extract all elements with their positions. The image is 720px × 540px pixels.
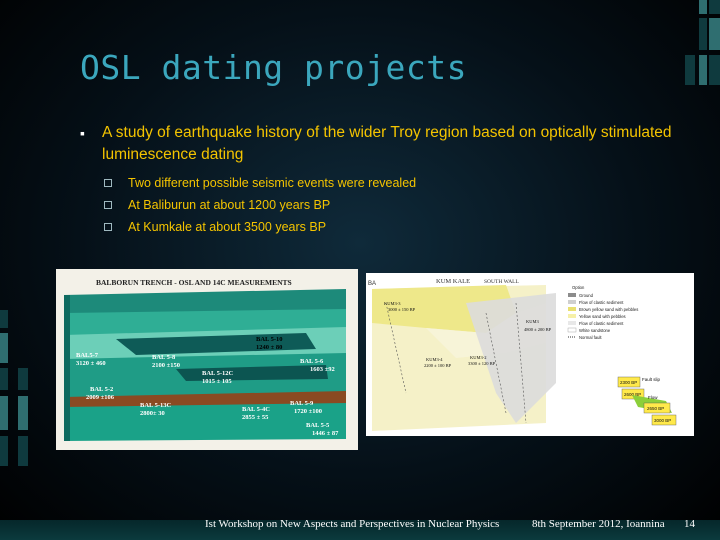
main-bullet: A study of earthquake history of the wid… bbox=[80, 122, 680, 166]
wall-title: KUM KALE bbox=[436, 278, 470, 285]
sample-name: BAL5-7 bbox=[76, 352, 99, 359]
slide-title: OSL dating projects bbox=[80, 48, 467, 87]
sample-value: 2800± 30 bbox=[140, 410, 165, 417]
sample-name: BAL 5-6 bbox=[300, 358, 324, 365]
sample-value: 1603 ±92 bbox=[310, 366, 335, 373]
balborun-trench-figure: BALBORUN TRENCH - OSL AND 14C MEASUREMEN… bbox=[56, 269, 358, 450]
sample-name: BAL 5-12C bbox=[202, 370, 234, 377]
legend-item: White sandstone bbox=[579, 328, 611, 333]
footer-date: 8th September 2012, Ioannina bbox=[532, 518, 665, 530]
sample-name: KUM3-4 bbox=[426, 357, 443, 362]
corner-label: BA bbox=[368, 281, 376, 287]
page-number: 14 bbox=[684, 518, 695, 530]
sub-bullet: At Baliburun at about 1200 years BP bbox=[80, 194, 680, 216]
square-bullet-icon bbox=[104, 201, 112, 209]
sample-value: 1240 ± 80 bbox=[256, 344, 282, 351]
square-bullet-icon bbox=[104, 179, 112, 187]
side-label: Fault slip bbox=[642, 377, 661, 382]
sample-name: BAL 5-8 bbox=[152, 354, 176, 361]
sample-name: KUM3 bbox=[526, 319, 540, 324]
legend-item: Flow of clastic sediment bbox=[579, 321, 624, 326]
sample-name: BAL 5-10 bbox=[256, 336, 283, 343]
sample-value: 2100 ±150 bbox=[152, 362, 180, 369]
wall-subtitle: SOUTH WALL bbox=[484, 279, 520, 285]
legend-item: Yellow sand with pebbles bbox=[579, 314, 626, 319]
sample-value: 4800 ± 200 BP bbox=[524, 327, 552, 332]
box-label: 3000 BP bbox=[654, 418, 671, 423]
bullet-list: A study of earthquake history of the wid… bbox=[80, 122, 680, 238]
footer-event: Ist Workshop on New Aspects and Perspect… bbox=[205, 518, 500, 530]
legend-item: Brown yellow sand with pebbles bbox=[579, 307, 638, 312]
sample-name: BAL 5-5 bbox=[306, 422, 330, 429]
sample-name: BAL 5-9 bbox=[290, 400, 314, 407]
trench-title: BALBORUN TRENCH - OSL AND 14C MEASUREMEN… bbox=[96, 278, 292, 287]
side-label: Flow bbox=[648, 395, 658, 400]
sub-bullet-list: Two different possible seismic events we… bbox=[80, 172, 680, 238]
sample-name: BAL 5-13C bbox=[140, 402, 172, 409]
box-label: 2650 BP bbox=[647, 406, 664, 411]
box-label: 2300 BP bbox=[620, 380, 637, 385]
sample-value: 2200 ± 100 BP bbox=[424, 363, 452, 368]
legend-item: Flow of clastic sediment bbox=[579, 300, 624, 305]
sample-name: KUM3-3 bbox=[384, 301, 401, 306]
trench-cross-section: BALBORUN TRENCH - OSL AND 14C MEASUREMEN… bbox=[56, 269, 358, 450]
kumkale-cross-section: BA KUM KALE SOUTH WALL KUM3-3 3000 ± 150… bbox=[366, 273, 694, 436]
sample-value: 2855 ± 55 bbox=[242, 414, 269, 421]
sample-value: 3120 ± 460 bbox=[76, 360, 106, 367]
sample-value: 1720 ±100 bbox=[294, 408, 322, 415]
sample-value: 2009 ±106 bbox=[86, 394, 115, 401]
square-bullet-icon bbox=[104, 223, 112, 231]
sample-value: 1015 ± 105 bbox=[202, 378, 232, 385]
legend-item: Ground bbox=[579, 293, 594, 298]
sample-value: 3300 ± 120 BP bbox=[468, 361, 496, 366]
legend-title: Option bbox=[572, 285, 585, 290]
sample-name: KUM3-2 bbox=[470, 355, 487, 360]
sample-value: 3000 ± 150 BP bbox=[388, 307, 416, 312]
sample-name: BAL 5-2 bbox=[90, 386, 113, 393]
legend-item: Normal fault bbox=[579, 335, 602, 340]
kumkale-wall-figure: BA KUM KALE SOUTH WALL KUM3-3 3000 ± 150… bbox=[366, 273, 694, 436]
sample-name: BAL 5-4C bbox=[242, 406, 270, 413]
sub-bullet: Two different possible seismic events we… bbox=[80, 172, 680, 194]
sample-value: 1446 ± 87 bbox=[312, 430, 339, 437]
sub-bullet: At Kumkale at about 3500 years BP bbox=[80, 216, 680, 238]
